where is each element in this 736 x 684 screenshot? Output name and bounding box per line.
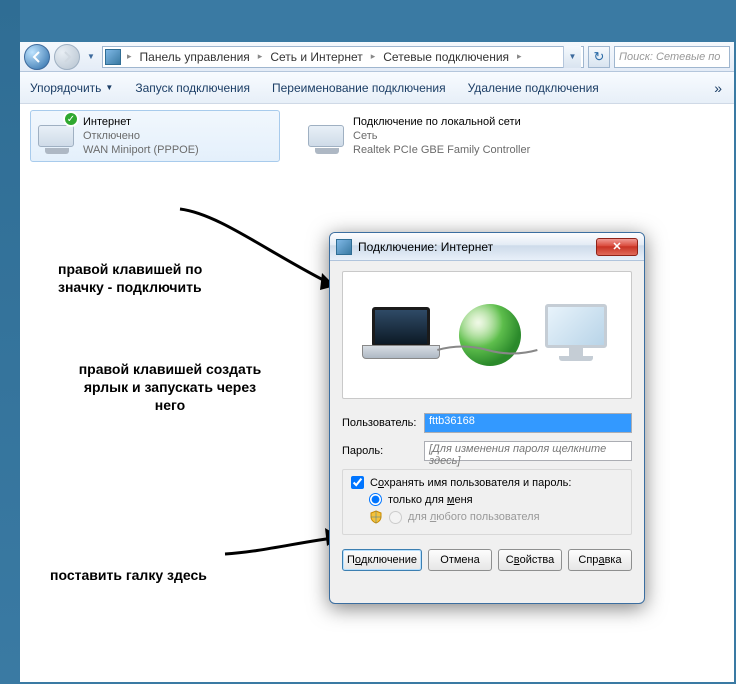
back-button[interactable]: [24, 44, 50, 70]
dialog-buttons: Подключение Отмена Свойства Справка: [342, 549, 632, 571]
only-me-row[interactable]: только для меня: [351, 493, 623, 506]
save-credentials-row[interactable]: Сохранять имя пользователя и пароль:: [351, 476, 623, 489]
delete-connection-button[interactable]: Удаление подключения: [468, 81, 599, 95]
forward-button[interactable]: [54, 44, 80, 70]
user-label: Пользователь:: [342, 417, 420, 429]
connection-item-internet[interactable]: ✓ Интернет Отключено WAN Miniport (PPPOE…: [30, 110, 280, 162]
desktop-strip: [0, 0, 20, 684]
chevron-icon: ▸: [123, 51, 136, 62]
refresh-button[interactable]: ↻: [588, 46, 610, 68]
breadcrumb[interactable]: Сеть и Интернет: [268, 50, 364, 64]
any-user-row: для любого пользователя: [351, 510, 623, 524]
location-icon: [105, 49, 121, 65]
dialog-title: Подключение: Интернет: [358, 240, 493, 254]
user-input[interactable]: fttb36168: [424, 413, 632, 433]
chevron-icon: ▸: [367, 51, 380, 62]
connection-item-lan[interactable]: Подключение по локальной сети Сеть Realt…: [300, 110, 550, 162]
cancel-button[interactable]: Отмена: [428, 549, 492, 571]
search-input[interactable]: Поиск: Сетевые по: [614, 46, 730, 68]
connection-text: Подключение по локальной сети Сеть Realt…: [353, 115, 530, 157]
password-label: Пароль:: [342, 445, 420, 457]
save-credentials-label: Сохранять имя пользователя и пароль:: [370, 477, 571, 489]
close-button[interactable]: ✕: [596, 238, 638, 256]
rename-connection-button[interactable]: Переименование подключения: [272, 81, 446, 95]
command-bar: Упорядочить▼ Запуск подключения Переимен…: [20, 72, 734, 104]
search-placeholder: Поиск: Сетевые по: [619, 51, 720, 63]
help-button[interactable]: Справка: [568, 549, 632, 571]
annotation-text: правой клавишей создать ярлык и запускат…: [70, 360, 270, 414]
password-input[interactable]: [Для изменения пароля щелкните здесь]: [424, 441, 632, 461]
connection-illustration: [342, 271, 632, 399]
connect-dialog: Подключение: Интернет ✕ Пользователь: ft…: [329, 232, 645, 604]
dialog-icon: [336, 239, 352, 255]
dialog-titlebar[interactable]: Подключение: Интернет ✕: [330, 233, 644, 261]
any-user-radio: [389, 511, 402, 524]
globe-icon: [459, 304, 521, 366]
annotation-text: поставить галку здесь: [50, 566, 207, 584]
save-credentials-group: Сохранять имя пользователя и пароль: тол…: [342, 469, 632, 535]
password-row: Пароль: [Для изменения пароля щелкните з…: [342, 441, 632, 461]
only-me-label: только для меня: [388, 494, 473, 506]
only-me-radio[interactable]: [369, 493, 382, 506]
properties-button[interactable]: Свойства: [498, 549, 562, 571]
chevron-icon: ▸: [254, 51, 267, 62]
connection-text: Интернет Отключено WAN Miniport (PPPOE): [83, 115, 199, 157]
shield-icon: [369, 510, 383, 524]
checkmark-icon: ✓: [63, 111, 79, 127]
arrow-icon: [150, 204, 350, 304]
connection-icon: ✓: [35, 115, 77, 157]
save-credentials-checkbox[interactable]: [351, 476, 364, 489]
more-button[interactable]: »: [714, 80, 724, 96]
breadcrumb[interactable]: Панель управления: [138, 50, 252, 64]
connection-icon: [305, 115, 347, 157]
history-dropdown[interactable]: ▼: [84, 44, 98, 70]
organize-button[interactable]: Упорядочить▼: [30, 81, 113, 95]
address-dropdown[interactable]: ▼: [563, 46, 581, 68]
start-connection-button[interactable]: Запуск подключения: [135, 81, 250, 95]
connect-button[interactable]: Подключение: [342, 549, 422, 571]
address-bar[interactable]: ▸ Панель управления ▸ Сеть и Интернет ▸ …: [102, 46, 584, 68]
dialog-body: Пользователь: fttb36168 Пароль: [Для изм…: [330, 261, 644, 579]
address-bar-row: ▼ ▸ Панель управления ▸ Сеть и Интернет …: [20, 42, 734, 72]
user-row: Пользователь: fttb36168: [342, 413, 632, 433]
any-user-label: для любого пользователя: [408, 511, 540, 523]
breadcrumb[interactable]: Сетевые подключения: [381, 50, 511, 64]
monitor-icon: [540, 304, 612, 366]
chevron-icon: ▸: [513, 51, 526, 62]
